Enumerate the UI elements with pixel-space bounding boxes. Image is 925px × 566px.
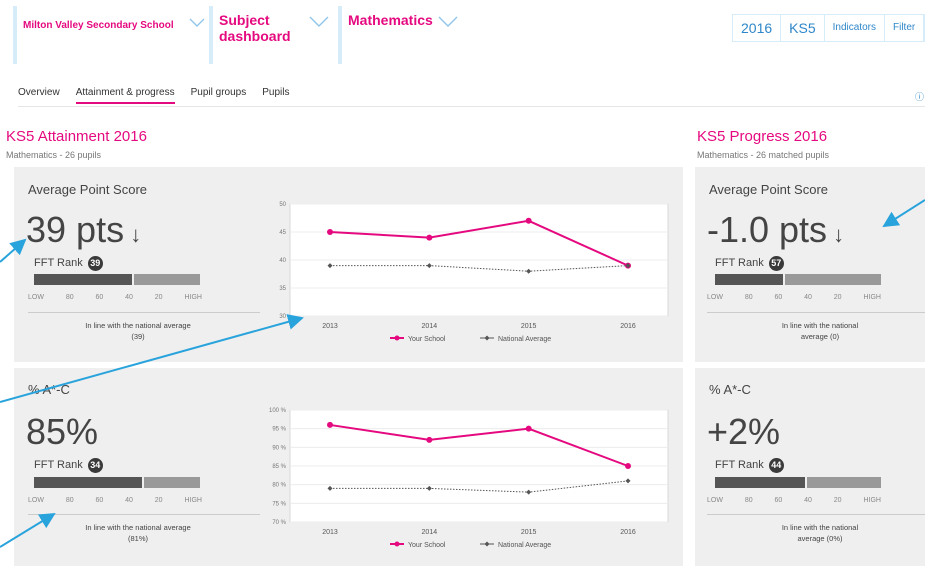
annotation-arrow (0, 238, 27, 263)
annotation-arrow (0, 314, 304, 403)
annotation-arrow (882, 199, 925, 228)
annotation-arrows (0, 199, 925, 548)
annotation-arrow (0, 512, 56, 548)
